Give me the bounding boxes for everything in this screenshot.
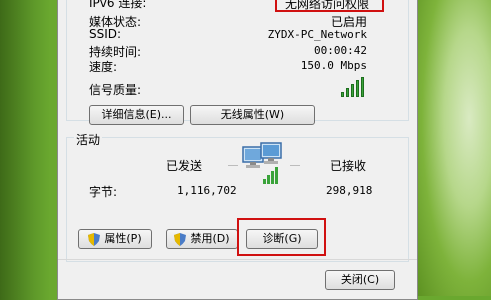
- sent-line-divider: [228, 165, 238, 166]
- ipv6-label: IPv6 连接:: [89, 0, 147, 10]
- bytes-label: 字节:: [89, 185, 118, 199]
- ssid-value: ZYDX-PC_Network: [267, 28, 367, 41]
- duration-value: 00:00:42: [314, 44, 367, 57]
- network-computers-icon: [242, 142, 282, 184]
- ssid-label: SSID:: [89, 27, 122, 41]
- received-line-divider: [290, 165, 300, 166]
- wireless-properties-button[interactable]: 无线属性(W): [190, 105, 315, 125]
- close-button[interactable]: 关闭(C): [325, 270, 395, 290]
- received-label: 已接收: [330, 159, 367, 173]
- shield-icon: [88, 232, 101, 246]
- shield-icon: [174, 232, 187, 246]
- diagnose-button[interactable]: 诊断(G): [246, 229, 318, 249]
- speed-value: 150.0 Mbps: [300, 59, 367, 72]
- properties-button[interactable]: 属性(P): [78, 229, 152, 249]
- disable-button[interactable]: 禁用(D): [166, 229, 238, 249]
- wireless-status-dialog: IPv6 连接: 无网络访问权限 媒体状态: 已启用 SSID: ZYDX-PC…: [57, 0, 418, 300]
- footer-divider: [58, 259, 417, 260]
- properties-button-label: 属性(P): [104, 232, 142, 245]
- desktop-background: [418, 0, 491, 296]
- activity-title: 活动: [74, 131, 103, 148]
- sent-label: 已发送: [166, 159, 203, 173]
- signal-bars-icon: [341, 77, 367, 97]
- bytes-received-value: 298,918: [326, 184, 373, 197]
- signal-quality-label: 信号质量:: [89, 83, 142, 97]
- details-button[interactable]: 详细信息(E)...: [89, 105, 184, 125]
- ipv6-highlight-box: [275, 0, 384, 12]
- bytes-sent-value: 1,116,702: [177, 184, 237, 197]
- speed-label: 速度:: [89, 60, 118, 74]
- disable-button-label: 禁用(D): [190, 232, 230, 245]
